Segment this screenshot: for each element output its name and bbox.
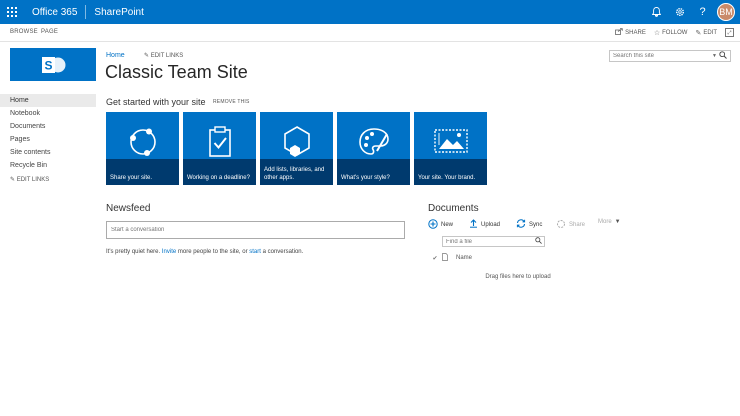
app-launcher-icon[interactable] (0, 0, 24, 24)
start-conversation-input[interactable] (106, 221, 405, 239)
pencil-icon: ✎ (10, 177, 16, 183)
site-search[interactable]: ▼ (609, 50, 731, 62)
new-button[interactable]: New (428, 219, 453, 231)
tile-label: Add lists, libraries, and other apps. (264, 167, 325, 181)
sync-label: Sync (529, 221, 543, 228)
tile-label: Share your site. (110, 174, 153, 181)
drag-drop-hint: Drag files here to upload (485, 274, 551, 280)
new-label: New (441, 222, 454, 228)
sync-icon (516, 219, 526, 230)
find-file-input[interactable] (443, 237, 535, 246)
documents-column-header: ✔ Name (428, 253, 472, 263)
newsfeed-heading: Newsfeed (106, 203, 151, 214)
share-button[interactable]: Share (556, 219, 585, 231)
edit-action[interactable]: ✎ EDIT (695, 29, 717, 37)
quick-launch: Home Notebook Documents Pages Site conte… (0, 94, 96, 183)
tile-style[interactable]: What's your style? (337, 112, 410, 185)
find-file-box[interactable] (442, 236, 545, 247)
upload-label: Upload (481, 221, 501, 228)
search-input[interactable] (610, 51, 713, 61)
nav-item-recycle-bin[interactable]: Recycle Bin (0, 159, 96, 172)
more-label: More (598, 219, 612, 225)
get-started-heading: Get started with your site (106, 97, 206, 107)
chevron-down-icon: ▼ (614, 219, 621, 225)
nav-item-pages[interactable]: Pages (0, 133, 96, 146)
office365-brand[interactable]: Office 365 (24, 7, 85, 18)
bell-icon[interactable] (645, 0, 668, 24)
sync-button[interactable]: Sync (516, 219, 542, 230)
more-button[interactable]: More ▼ (598, 219, 621, 225)
breadcrumb-home[interactable]: Home (106, 52, 125, 59)
tab-page[interactable]: PAGE (41, 29, 58, 35)
search-icon[interactable] (535, 237, 544, 246)
documents-heading: Documents (428, 203, 479, 214)
file-type-icon (442, 253, 454, 263)
tile-label: Your site. Your brand. (418, 174, 476, 181)
invite-link[interactable]: Invite (162, 249, 176, 255)
tab-browse[interactable]: BROWSE (10, 29, 38, 35)
star-icon: ☆ (653, 29, 661, 37)
newsfeed-quiet-message: It's pretty quiet here. Invite more peop… (106, 249, 303, 255)
share-icon (615, 28, 623, 37)
help-icon[interactable]: ? (691, 0, 714, 24)
follow-action[interactable]: ☆ FOLLOW (654, 29, 688, 37)
focus-content-icon[interactable]: ⤢ (725, 28, 734, 37)
quiet-prefix: It's pretty quiet here. (106, 249, 161, 255)
tile-share-site[interactable]: Share your site. (106, 112, 179, 185)
quiet-suffix: a conversation. (262, 249, 304, 255)
share-label: Share (569, 222, 586, 228)
share-action[interactable]: SHARE (615, 28, 646, 37)
ribbon: BROWSE PAGE SHARE ☆ FOLLOW ✎ EDIT ⤢ (0, 24, 740, 42)
nav-item-notebook[interactable]: Notebook (0, 107, 96, 120)
suite-bar: Office 365 SharePoint ? BM (0, 0, 740, 24)
gear-icon[interactable] (668, 0, 691, 24)
select-all-checkmark-icon[interactable]: ✔ (428, 255, 442, 262)
plus-circle-icon (428, 219, 438, 231)
nav-item-site-contents[interactable]: Site contents (0, 146, 96, 159)
sharepoint-app-title[interactable]: SharePoint (86, 7, 151, 18)
chevron-down-icon[interactable]: ▼ (712, 53, 719, 59)
tile-label: What's your style? (341, 174, 390, 181)
search-icon[interactable] (719, 51, 730, 61)
page-title: Classic Team Site (105, 62, 248, 82)
tile-add-apps[interactable]: Add lists, libraries, and other apps. (260, 112, 333, 185)
avatar[interactable]: BM (717, 3, 735, 21)
quiet-middle: more people to the site, or (177, 249, 248, 255)
remove-this-link[interactable]: REMOVE THIS (213, 99, 250, 105)
tile-brand[interactable]: Your site. Your brand. (414, 112, 487, 185)
column-name[interactable]: Name (456, 255, 472, 261)
pencil-icon: ✎ (144, 53, 150, 59)
share-label: SHARE (625, 29, 646, 36)
pencil-icon: ✎ (695, 29, 702, 37)
svg-text:S: S (44, 58, 52, 72)
share-icon (556, 219, 566, 231)
nav-item-documents[interactable]: Documents (0, 120, 96, 133)
tile-label: Working on a deadline? (187, 174, 250, 181)
tile-deadline[interactable]: Working on a deadline? (183, 112, 256, 185)
site-logo[interactable]: S (10, 48, 96, 81)
nav-item-home[interactable]: Home (0, 94, 96, 107)
edit-label: EDIT (703, 29, 717, 36)
upload-icon (469, 219, 478, 230)
nav-edit-links-label: EDIT LINKS (16, 177, 50, 183)
top-edit-links-label: EDIT LINKS (150, 53, 184, 59)
nav-edit-links[interactable]: ✎ EDIT LINKS (0, 176, 96, 183)
top-edit-links[interactable]: ✎ EDIT LINKS (144, 52, 183, 59)
upload-button[interactable]: Upload (469, 219, 500, 230)
follow-label: FOLLOW (662, 29, 688, 36)
start-link[interactable]: start (249, 249, 261, 255)
